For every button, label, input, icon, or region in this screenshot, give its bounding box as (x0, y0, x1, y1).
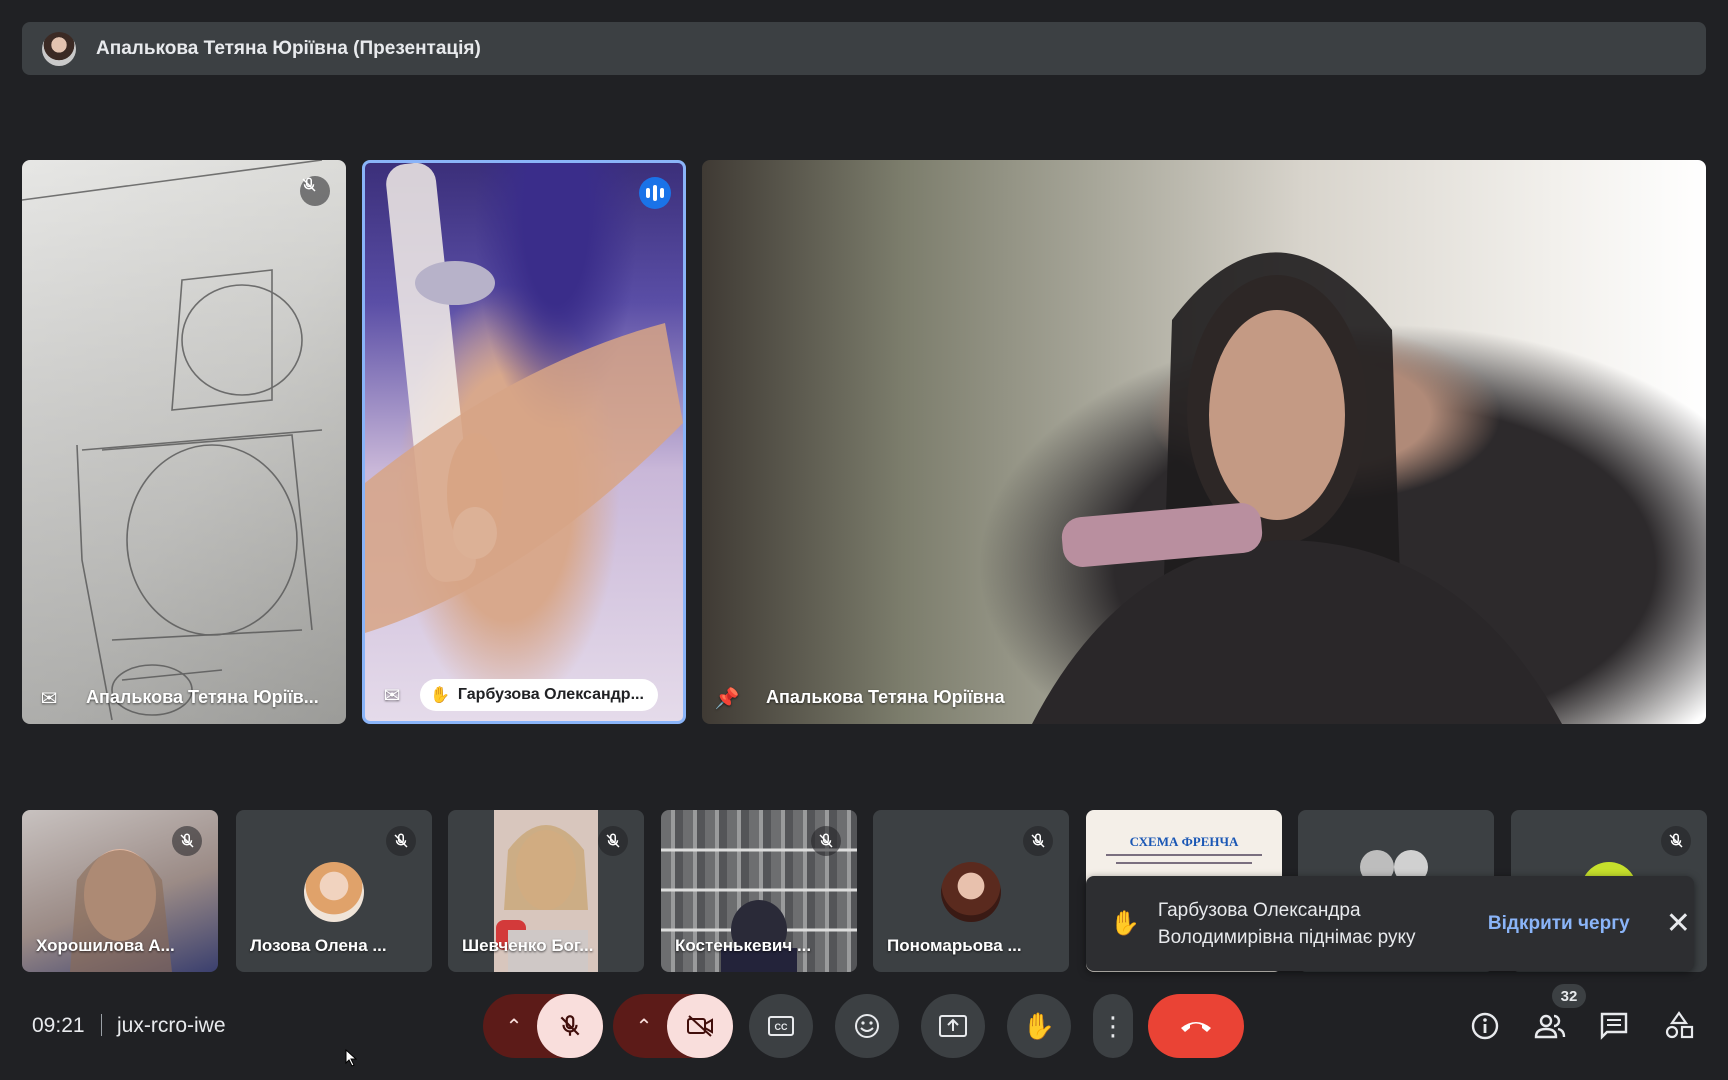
end-call-icon (1181, 1022, 1211, 1032)
people-icon (1534, 1014, 1566, 1039)
strip-tile[interactable]: Шевченко Бог... (448, 810, 644, 972)
close-icon[interactable]: ✕ (1666, 908, 1691, 939)
mic-off-icon (598, 826, 628, 856)
avatar (304, 862, 364, 922)
open-queue-button[interactable]: Відкрити чергу (1488, 913, 1630, 935)
participant-name: Лозова Олена ... (250, 936, 387, 955)
notification-text: Гарбузова Олександра Володимирівна підні… (1158, 897, 1458, 951)
meeting-code: jux-rcro-iwe (117, 1014, 226, 1037)
participant-name: Хорошилова А... (36, 936, 175, 955)
mic-off-icon (811, 826, 841, 856)
presentation-bar[interactable]: Апалькова Тетяна Юріївна (Презентація) (22, 22, 1706, 75)
presentation-title: Апалькова Тетяна Юріївна (Презентація) (96, 37, 481, 59)
nail-image (365, 163, 683, 633)
camera-off-icon (687, 1015, 713, 1037)
avatar (941, 862, 1001, 922)
mic-off-icon (560, 1015, 580, 1036)
slide-title: СХЕМА ФРЕНЧА (1129, 834, 1239, 849)
participant-name: Гарбузова Олександр... (457, 686, 644, 703)
chat-button[interactable] (1594, 1006, 1634, 1046)
activities-icon (1665, 1011, 1694, 1039)
raised-hand-icon: ✋ (1110, 910, 1140, 937)
more-options-button[interactable]: ⋮ (1093, 994, 1133, 1058)
raised-hand-notification: ✋ Гарбузова Олександра Володимирівна під… (1086, 876, 1694, 971)
speaking-indicator-icon (639, 177, 671, 209)
pin-icon[interactable]: 📌 (714, 686, 740, 712)
mic-toggle-button[interactable] (537, 994, 603, 1058)
mic-off-icon (300, 176, 330, 206)
captions-icon: CC (768, 1016, 794, 1036)
pin-icon[interactable]: ✉ (379, 683, 405, 709)
people-button[interactable] (1530, 1006, 1570, 1046)
notification-text-line: Володимирівна піднімає руку (1157, 926, 1416, 948)
participant-tile-speaking[interactable]: ✉ ✋ Гарбузова Олександр... (362, 160, 686, 724)
mic-off-icon (1023, 826, 1053, 856)
participant-name: Пономарьова ... (887, 936, 1022, 955)
raise-hand-button[interactable]: ✋ (1007, 994, 1071, 1058)
chat-icon (1600, 1012, 1628, 1040)
svg-text:CC: CC (775, 1022, 788, 1032)
participant-name: Апалькова Тетяна Юріївна (766, 687, 1005, 707)
participant-name: Костенькевич ... (675, 936, 812, 955)
pin-icon[interactable]: ✉ (36, 686, 62, 712)
participant-name: Шевченко Бог... (462, 936, 594, 955)
reactions-button[interactable] (835, 994, 899, 1058)
slide-text-line (1116, 862, 1252, 864)
camera-toggle-button[interactable] (667, 994, 733, 1058)
emoji-icon (855, 1014, 879, 1038)
present-button[interactable] (921, 994, 985, 1058)
chevron-up-icon: ⌃ (505, 1015, 523, 1038)
end-call-button[interactable] (1148, 994, 1244, 1058)
participant-tile-sketch[interactable]: ✉ Апалькова Тетяна Юріїв... (22, 160, 346, 724)
clock: 09:21 (32, 1014, 85, 1037)
raised-hand-badge: ✋ Гарбузова Олександр... (420, 679, 658, 711)
video-options-button[interactable]: ⌃ (613, 994, 675, 1058)
divider (101, 1014, 102, 1036)
hand-icon: ✋ (1022, 1010, 1056, 1041)
info-icon (1471, 1012, 1499, 1040)
raised-hand-icon: ✋ (430, 687, 450, 704)
mic-off-icon (172, 826, 202, 856)
strip-tile[interactable]: Костенькевич ... (661, 810, 857, 972)
presenter-avatar (42, 31, 76, 66)
audio-options-button[interactable]: ⌃ (483, 994, 545, 1058)
activities-button[interactable] (1659, 1006, 1699, 1046)
meeting-details-button[interactable] (1465, 1006, 1505, 1046)
notification-text-line: Гарбузова Олександра (1157, 899, 1361, 921)
strip-tile[interactable]: Хорошилова А... (22, 810, 218, 972)
participant-tile-main[interactable]: 📌 Апалькова Тетяна Юріївна (702, 160, 1706, 724)
participants-count-badge: 32 (1552, 984, 1586, 1008)
strip-tile[interactable]: Пономарьова ... (873, 810, 1069, 972)
participant-video (1032, 252, 1562, 724)
strip-tile[interactable]: Лозова Олена ... (236, 810, 432, 972)
mouse-cursor-icon (345, 1049, 357, 1067)
mic-off-icon (1661, 826, 1691, 856)
slide-text-line (1106, 854, 1262, 856)
sketch-image (22, 160, 323, 721)
participant-name: Апалькова Тетяна Юріїв... (86, 687, 319, 707)
captions-button[interactable]: CC (749, 994, 813, 1058)
mic-off-icon (386, 826, 416, 856)
more-vert-icon: ⋮ (1100, 1011, 1126, 1041)
chevron-up-icon: ⌃ (635, 1015, 653, 1038)
present-screen-icon (939, 1015, 967, 1037)
